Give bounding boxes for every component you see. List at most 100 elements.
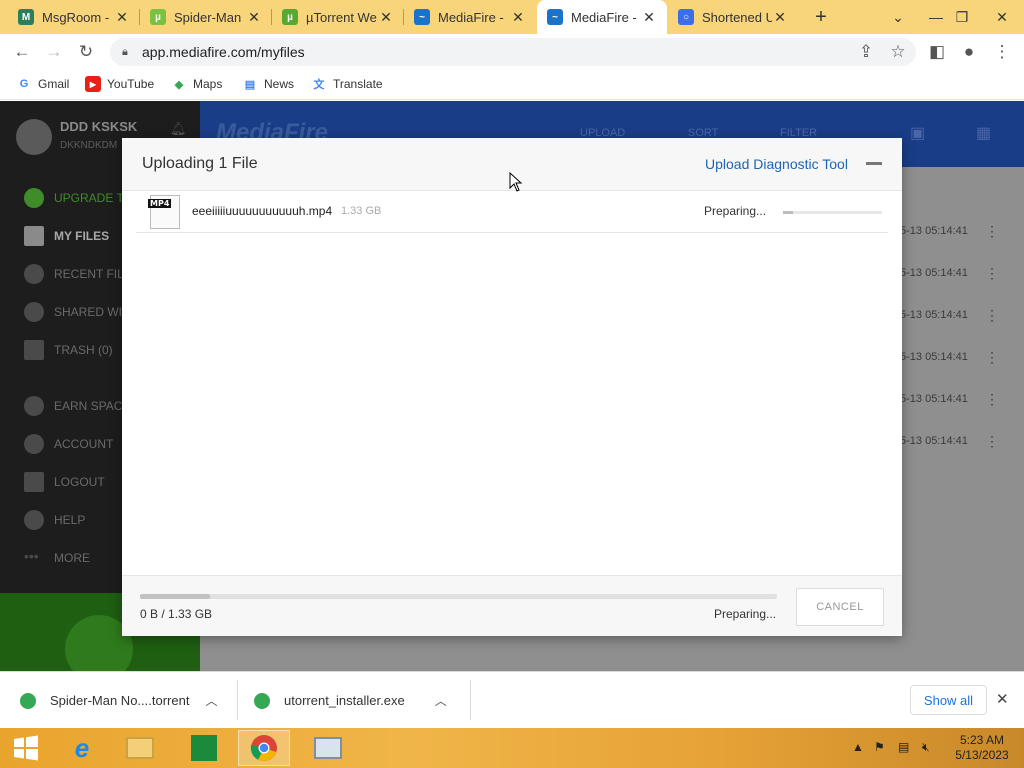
bookmark-gmail[interactable]: G Gmail xyxy=(16,76,70,92)
row-menu-icon[interactable]: ⋮ xyxy=(985,223,999,240)
download-item[interactable]: utorrent_installer.exe ︿ xyxy=(254,672,464,729)
internet-explorer-button[interactable]: e xyxy=(56,730,108,766)
profile-avatar-icon[interactable]: ● xyxy=(955,38,983,66)
row-menu-icon[interactable]: ⋮ xyxy=(985,433,999,450)
upload-diagnostic-link[interactable]: Upload Diagnostic Tool xyxy=(705,156,848,172)
notification-bell-icon[interactable]: 🔔︎ xyxy=(170,121,187,137)
forward-button[interactable]: → xyxy=(40,38,68,66)
upload-file-row: MP4 eeeiiiiiuuuuuuuuuuuh.mp4 1.33 GB Pre… xyxy=(136,192,888,233)
bookmark-star-icon[interactable]: ☆ xyxy=(884,38,912,66)
sidebar-item-shared[interactable]: SHARED WIT xyxy=(24,302,129,322)
sidebar-item-label: RECENT FILE xyxy=(54,267,132,281)
chrome-icon xyxy=(250,735,277,762)
tab-title: MsgRoom - xyxy=(42,9,110,25)
volume-muted-icon[interactable]: 🔇︎ xyxy=(922,740,930,755)
tab-search-chevron-icon[interactable]: ⌄ xyxy=(882,0,914,34)
sidebar-item-logout[interactable]: LOGOUT xyxy=(24,472,105,492)
grid-view-icon[interactable]: ▦ xyxy=(976,123,991,143)
show-all-button[interactable]: Show all xyxy=(910,685,987,715)
file-explorer-button[interactable] xyxy=(114,730,166,766)
sidebar-item-account[interactable]: ACCOUNT xyxy=(24,434,113,454)
row-menu-icon[interactable]: ⋮ xyxy=(985,265,999,282)
tab-mediafire-1[interactable]: ~ MediaFire - ✕ xyxy=(404,0,536,34)
sidebar-item-upgrade[interactable]: UPGRADE TO xyxy=(24,188,133,208)
windows-logo-icon xyxy=(14,735,38,761)
close-icon[interactable]: ✕ xyxy=(246,9,262,26)
utorrent-icon xyxy=(20,692,36,709)
sidebar-item-label: MY FILES xyxy=(54,229,110,243)
file-row-date: 5-13 05:14:41 xyxy=(900,351,968,363)
window-close-button[interactable]: ✕ xyxy=(986,0,1018,34)
chevron-up-icon[interactable]: ︿ xyxy=(205,692,217,709)
sidebar-item-trash[interactable]: TRASH (0) xyxy=(24,340,113,360)
bookmark-label: Gmail xyxy=(38,77,70,91)
file-row-date: 5-13 05:14:41 xyxy=(900,267,968,279)
tab-shortener[interactable]: ○ Shortened U ✕ xyxy=(668,0,798,34)
sidebar-item-help[interactable]: HELP xyxy=(24,510,85,530)
minimize-icon[interactable] xyxy=(866,162,882,165)
utorrent-icon xyxy=(254,692,270,709)
share-icon[interactable]: ⇪ xyxy=(852,38,880,66)
clock-time: 5:23 AM xyxy=(959,733,1005,747)
tab-mediafire-active[interactable]: ~ MediaFire - ✕ xyxy=(537,0,667,34)
close-icon[interactable]: ✕ xyxy=(510,9,526,26)
bookmark-news[interactable]: ▤ News xyxy=(242,76,294,92)
task-manager-button[interactable] xyxy=(302,730,354,766)
address-bar[interactable]: 🔒︎ app.mediafire.com/myfiles xyxy=(110,38,916,66)
new-folder-icon[interactable]: ▣ xyxy=(910,123,925,143)
network-icon[interactable]: ▤ xyxy=(898,740,909,754)
download-item[interactable]: Spider-Man No....torrent ︿ xyxy=(20,672,230,729)
total-progress-bar xyxy=(140,594,777,599)
bookmark-maps[interactable]: ◆ Maps xyxy=(171,76,223,92)
bookmark-label: Translate xyxy=(333,77,383,91)
youtube-icon: ▶ xyxy=(85,76,101,92)
file-status: Preparing... xyxy=(704,204,767,218)
row-menu-icon[interactable]: ⋮ xyxy=(985,307,999,324)
sidebar-item-more[interactable]: ••• MORE xyxy=(24,548,90,568)
chrome-button[interactable] xyxy=(238,730,290,766)
tab-utorrent[interactable]: µ µTorrent We ✕ xyxy=(272,0,404,34)
browser-menu-icon[interactable]: ⋮ xyxy=(988,38,1016,66)
lock-icon: 🔒︎ xyxy=(122,45,128,58)
close-icon[interactable]: ✕ xyxy=(996,690,1009,708)
window-restore-button[interactable]: ❐ xyxy=(946,0,978,34)
sidebar-item-label: LOGOUT xyxy=(54,475,105,489)
sidebar-item-recent[interactable]: RECENT FILE xyxy=(24,264,132,284)
file-row-date: 5-13 05:14:41 xyxy=(900,309,968,321)
sidebar-item-label: SHARED WIT xyxy=(54,305,130,319)
close-icon[interactable]: ✕ xyxy=(114,9,130,26)
avatar[interactable] xyxy=(16,119,52,155)
sidebar-item-label: TRASH (0) xyxy=(54,343,113,357)
bookmark-youtube[interactable]: ▶ YouTube xyxy=(85,76,154,92)
store-button[interactable] xyxy=(178,730,230,766)
start-button[interactable] xyxy=(0,730,52,766)
row-menu-icon[interactable]: ⋮ xyxy=(985,391,999,408)
chevron-up-icon[interactable]: ︿ xyxy=(435,692,447,709)
upload-dialog: Uploading 1 File Upload Diagnostic Tool … xyxy=(122,138,902,636)
download-shelf: Spider-Man No....torrent ︿ utorrent_inst… xyxy=(0,671,1024,728)
news-icon: ▤ xyxy=(244,78,256,91)
bookmark-translate[interactable]: 文 Translate xyxy=(311,76,383,92)
tray-expand-icon[interactable]: ▲ xyxy=(852,740,864,754)
new-tab-button[interactable]: + xyxy=(805,0,837,34)
close-icon[interactable]: ✕ xyxy=(641,9,657,26)
user-subtitle: DKKNDKDM xyxy=(60,140,118,151)
system-clock[interactable]: 5:23 AM 5/13/2023 xyxy=(950,733,1014,763)
browser-tab-strip: M MsgRoom - ✕ µ Spider-Man ✕ µ µTorrent … xyxy=(0,0,1024,34)
tab-msgroom[interactable]: M MsgRoom - ✕ xyxy=(8,0,140,34)
back-button[interactable]: ← xyxy=(8,38,36,66)
sidebar-item-earn-space[interactable]: EARN SPACE xyxy=(24,396,130,416)
utorrent-icon: µ xyxy=(282,9,298,25)
tab-spiderman[interactable]: µ Spider-Man ✕ xyxy=(140,0,272,34)
cancel-button[interactable]: CANCEL xyxy=(796,588,884,626)
side-panel-icon[interactable]: ◧ xyxy=(923,38,951,66)
plus-circle-icon xyxy=(24,396,44,416)
reload-button[interactable]: ↻ xyxy=(72,38,100,66)
row-menu-icon[interactable]: ⋮ xyxy=(985,349,999,366)
store-icon xyxy=(191,735,217,761)
action-center-flag-icon[interactable]: ⚑ xyxy=(874,740,885,754)
close-icon[interactable]: ✕ xyxy=(772,9,788,26)
download-file-name: Spider-Man No....torrent xyxy=(50,693,190,708)
sidebar-item-my-files[interactable]: MY FILES xyxy=(24,226,109,246)
close-icon[interactable]: ✕ xyxy=(378,9,394,26)
